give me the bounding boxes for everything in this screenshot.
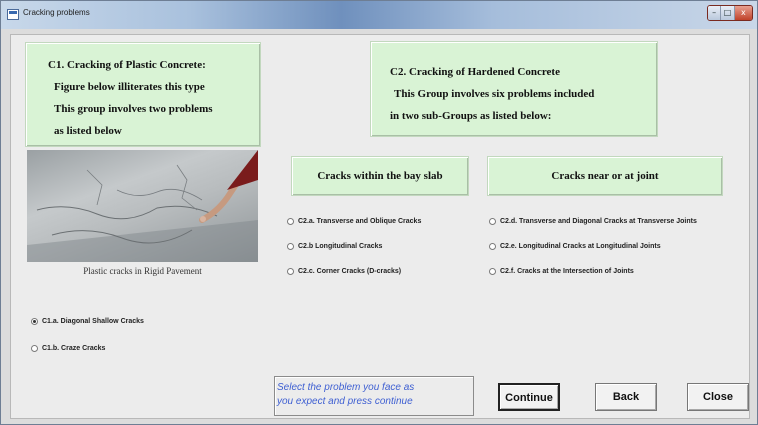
window-controls: – □ x <box>707 5 753 21</box>
c2-title: C2. Cracking of Hardened Concrete <box>390 66 560 78</box>
plastic-cracks-photo <box>27 150 258 262</box>
back-button[interactable]: Back <box>595 383 657 411</box>
radio-c2b-label: C2.b Longitudinal Cracks <box>298 243 383 250</box>
window-title: Cracking problems <box>23 8 90 17</box>
radio-c2a[interactable]: C2.a. Transverse and Oblique Cracks <box>287 218 421 225</box>
radio-c1a[interactable]: C1.a. Diagonal Shallow Cracks <box>31 318 144 325</box>
close-window-icon[interactable]: x <box>734 6 752 20</box>
radio-c1a-indicator[interactable] <box>31 318 38 325</box>
title-bar[interactable]: Cracking problems – □ x <box>1 1 757 29</box>
instruction-message: Select the problem you face as you expec… <box>274 376 474 416</box>
radio-c2e-indicator[interactable] <box>489 243 496 250</box>
c1-line-4: as listed below <box>54 125 122 137</box>
radio-c2e-label: C2.e. Longitudinal Cracks at Longitudina… <box>500 243 661 250</box>
c1-line-3: This group involves two problems <box>54 103 213 115</box>
radio-c1b-label: C1.b. Craze Cracks <box>42 345 106 352</box>
radio-c2b-indicator[interactable] <box>287 243 294 250</box>
bay-slab-heading: Cracks within the bay slab <box>291 156 469 196</box>
radio-c1b-indicator[interactable] <box>31 345 38 352</box>
radio-c1a-label: C1.a. Diagonal Shallow Cracks <box>42 318 144 325</box>
app-window-icon <box>7 9 19 20</box>
c1-description-panel: C1. Cracking of Plastic Concrete: Figure… <box>25 42 261 147</box>
radio-c2d-label: C2.d. Transverse and Diagonal Cracks at … <box>500 218 697 225</box>
cracking-problems-window: Cracking problems – □ x C1. Cracking of … <box>0 0 758 425</box>
c1-title: C1. Cracking of Plastic Concrete: <box>48 59 206 71</box>
joint-heading: Cracks near or at joint <box>487 156 723 196</box>
radio-c2f[interactable]: C2.f. Cracks at the Intersection of Join… <box>489 268 634 275</box>
photo-caption: Plastic cracks in Rigid Pavement <box>83 266 202 276</box>
radio-c2d-indicator[interactable] <box>489 218 496 225</box>
radio-c2f-label: C2.f. Cracks at the Intersection of Join… <box>500 268 634 275</box>
radio-c2e[interactable]: C2.e. Longitudinal Cracks at Longitudina… <box>489 243 661 250</box>
radio-c2d[interactable]: C2.d. Transverse and Diagonal Cracks at … <box>489 218 697 225</box>
radio-c2a-label: C2.a. Transverse and Oblique Cracks <box>298 218 422 225</box>
dialog-body: C1. Cracking of Plastic Concrete: Figure… <box>10 34 750 419</box>
c1-line-2: Figure below illiterates this type <box>54 81 205 93</box>
instruction-line-2: you expect and press continue <box>277 396 413 407</box>
radio-c2c[interactable]: C2.c. Corner Cracks (D-cracks) <box>287 268 401 275</box>
radio-c2a-indicator[interactable] <box>287 218 294 225</box>
c2-description-panel: C2. Cracking of Hardened Concrete This G… <box>370 41 658 137</box>
close-button[interactable]: Close <box>687 383 749 411</box>
radio-c1b[interactable]: C1.b. Craze Cracks <box>31 345 105 352</box>
radio-c2f-indicator[interactable] <box>489 268 496 275</box>
radio-c2b[interactable]: C2.b Longitudinal Cracks <box>287 243 382 250</box>
radio-c2c-indicator[interactable] <box>287 268 294 275</box>
radio-c2c-label: C2.c. Corner Cracks (D-cracks) <box>298 268 402 275</box>
instruction-line-1: Select the problem you face as <box>277 382 415 393</box>
maximize-icon[interactable]: □ <box>721 6 735 20</box>
c2-line-3: in two sub-Groups as listed below: <box>390 110 552 122</box>
c2-line-2: This Group involves six problems include… <box>394 88 595 100</box>
continue-button[interactable]: Continue <box>498 383 560 411</box>
minimize-icon[interactable]: – <box>708 6 722 20</box>
